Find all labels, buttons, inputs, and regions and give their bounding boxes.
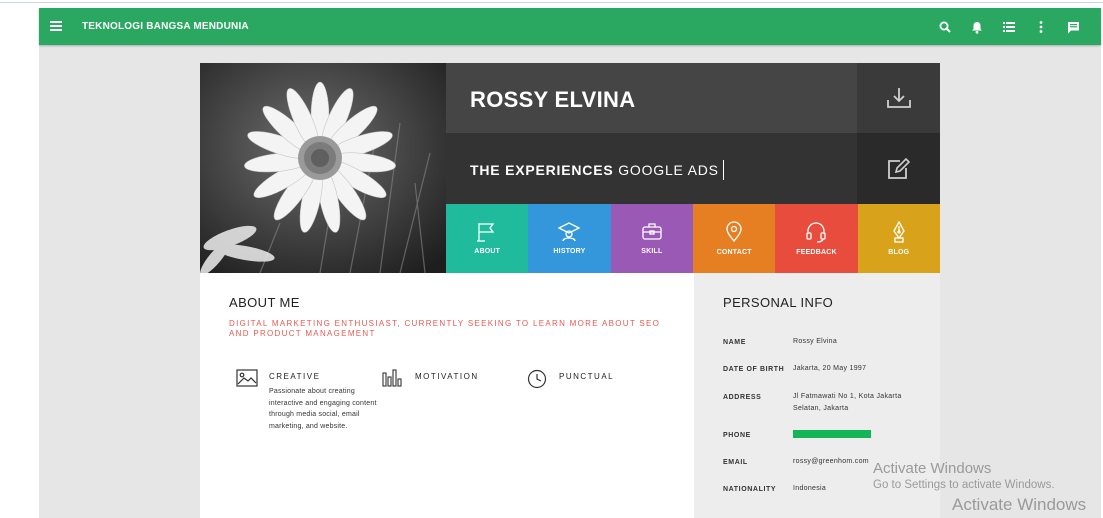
edit-button[interactable] <box>857 133 940 204</box>
edit-icon <box>887 157 910 179</box>
tile-label: SKILL <box>641 248 663 255</box>
info-value: Jakarta, 20 May 1997 <box>793 365 867 372</box>
search-icon[interactable] <box>929 17 961 37</box>
app-bar: TEKNOLOGI BANGSA MENDUNIA <box>39 8 1101 45</box>
notifications-icon[interactable] <box>961 17 993 37</box>
tile-feedback[interactable]: FEEDBACK <box>775 204 858 273</box>
more-vert-icon[interactable] <box>1025 17 1057 37</box>
flag-icon <box>477 223 495 242</box>
profile-name: ROSSY ELVINA <box>470 87 636 112</box>
nav-tiles: ABOUT HISTORY SKILL CONTACT FEEDBACK BLO… <box>446 204 940 273</box>
tile-label: CONTACT <box>716 249 752 256</box>
profile-card: ROSSY ELVINA THE EXPERIENCES GOOGLE ADS <box>200 63 940 518</box>
tile-history[interactable]: HISTORY <box>528 204 611 273</box>
trait-name: PUNCTUAL <box>559 372 615 381</box>
download-button[interactable] <box>857 63 940 133</box>
download-icon <box>886 88 911 108</box>
personal-info-title: PERSONAL INFO <box>723 295 834 310</box>
info-key: ADDRESS <box>723 394 762 401</box>
info-value: Rossy Elvina <box>793 338 838 345</box>
activate-windows-watermark-duplicate: Activate Windows <box>952 495 1087 514</box>
tile-about[interactable]: ABOUT <box>446 204 529 273</box>
tile-label: HISTORY <box>553 248 586 255</box>
window-top-edge <box>0 0 1103 3</box>
pen-nib-icon <box>893 221 905 243</box>
experience-prefix: THE EXPERIENCES <box>470 162 614 178</box>
typing-caret <box>722 160 724 180</box>
info-key: NATIONALITY <box>723 486 777 493</box>
daisy-flower-photo <box>200 63 446 273</box>
briefcase-icon <box>642 223 662 240</box>
info-key: PHONE <box>723 432 751 439</box>
hero-header: ROSSY ELVINA THE EXPERIENCES GOOGLE ADS <box>446 63 940 204</box>
info-key: EMAIL <box>723 459 748 466</box>
app-bar-actions <box>929 17 1089 37</box>
phone-redaction <box>793 430 871 438</box>
info-key: NAME <box>723 339 747 346</box>
watermark-subtitle: Go to Settings to activate Windows. <box>873 479 1055 491</box>
info-value: Jl Fatmawati No 1, Kota Jakarta Selatan,… <box>793 393 902 412</box>
tile-label: FEEDBACK <box>796 249 837 256</box>
trait-name: CREATIVE <box>269 372 321 381</box>
app-title: TEKNOLOGI BANGSA MENDUNIA <box>82 21 249 32</box>
hamburger-menu-icon[interactable] <box>50 21 62 31</box>
headset-icon <box>806 222 827 243</box>
graduation-icon <box>558 222 581 242</box>
about-tagline: DIGITAL MARKETING ENTHUSIAST, CURRENTLY … <box>229 319 661 338</box>
trait-name: MOTIVATION <box>415 372 479 381</box>
experience-text: THE EXPERIENCES GOOGLE ADS <box>470 160 724 180</box>
tile-skill[interactable]: SKILL <box>610 204 693 273</box>
activate-windows-watermark: Activate Windows Go to Settings to activ… <box>873 460 1055 491</box>
info-key: DATE OF BIRTH <box>723 366 785 373</box>
trait-description: Passionate about creating interactive an… <box>269 388 377 430</box>
experience-value: GOOGLE ADS <box>618 162 719 178</box>
experience-bar: THE EXPERIENCES GOOGLE ADS <box>446 133 857 204</box>
bar-chart-icon <box>382 369 402 387</box>
watermark-title: Activate Windows <box>873 460 992 477</box>
tile-label: BLOG <box>888 249 910 256</box>
clock-icon <box>527 369 547 389</box>
about-me-title: ABOUT ME <box>229 295 300 310</box>
location-pin-icon <box>726 221 742 243</box>
tile-contact[interactable]: CONTACT <box>692 204 776 273</box>
page-background: TEKNOLOGI BANGSA MENDUNIA ROSSY ELVINA T… <box>39 8 1101 518</box>
image-icon <box>236 369 258 387</box>
name-bar: ROSSY ELVINA <box>446 63 857 133</box>
about-me-section: ABOUT ME DIGITAL MARKETING ENTHUSIAST, C… <box>200 273 694 518</box>
list-icon[interactable] <box>993 17 1025 37</box>
tile-blog[interactable]: BLOG <box>857 204 940 273</box>
chat-icon[interactable] <box>1057 17 1089 37</box>
tile-label: ABOUT <box>474 248 501 255</box>
